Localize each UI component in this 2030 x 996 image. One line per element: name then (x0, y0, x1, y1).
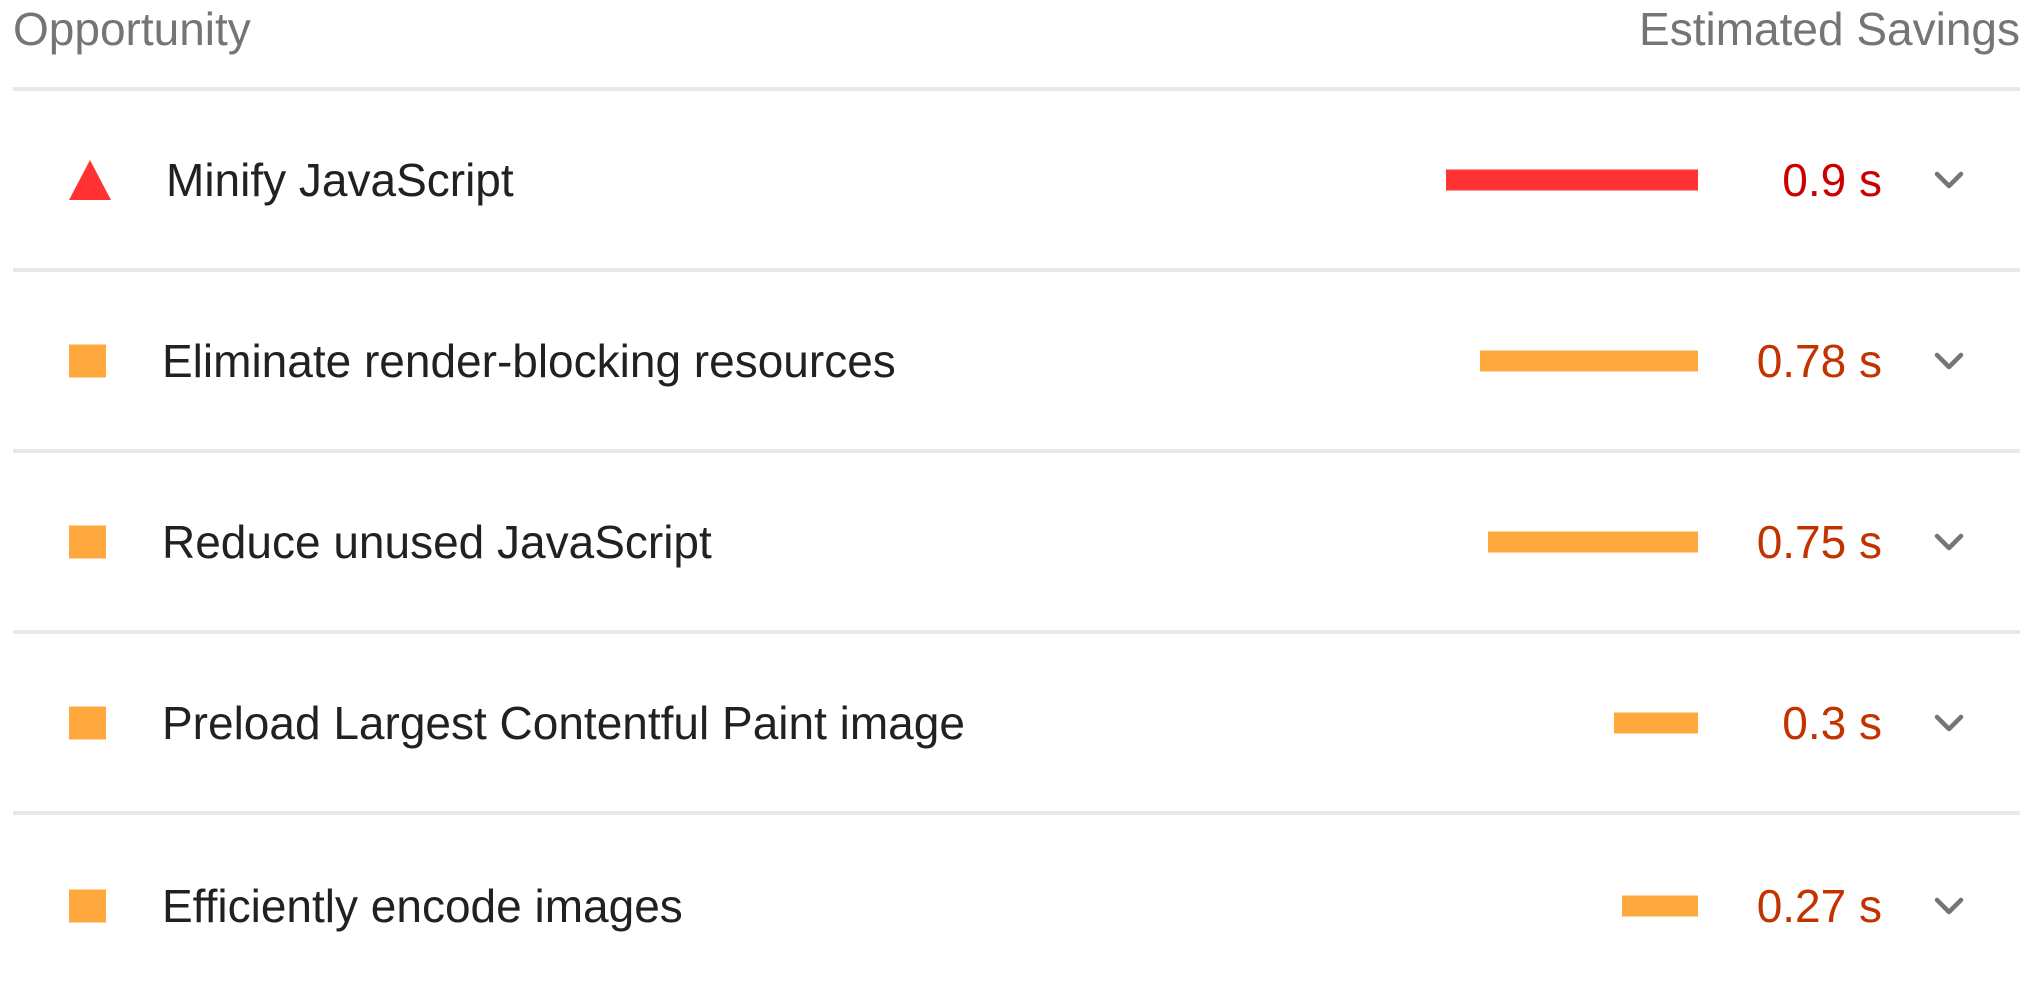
opportunities-table: Opportunity Estimated Savings Minify Jav… (13, 0, 2020, 996)
savings-bar (1488, 531, 1698, 552)
savings-bar-track (1298, 712, 1698, 733)
savings-value: 0.75 s (1756, 515, 1882, 568)
opportunity-title: Eliminate render-blocking resources (162, 334, 896, 387)
opportunity-column-header: Opportunity (13, 3, 251, 55)
opportunity-title: Minify JavaScript (166, 153, 514, 206)
opportunity-title: Preload Largest Contentful Paint image (162, 696, 965, 749)
savings-bar (1614, 712, 1698, 733)
average-square-icon (69, 706, 106, 739)
opportunity-title: Reduce unused JavaScript (162, 515, 712, 568)
opportunity-title: Efficiently encode images (162, 879, 683, 932)
savings-bar-track (1298, 169, 1698, 190)
savings-value: 0.9 s (1782, 153, 1882, 206)
savings-bar (1622, 895, 1698, 916)
chevron-down-icon[interactable] (1932, 889, 1966, 923)
savings-bar-track (1298, 350, 1698, 371)
opportunity-row-minify-javascript[interactable]: Minify JavaScript 0.9 s (13, 91, 2020, 272)
average-square-icon (69, 525, 106, 558)
savings-value: 0.27 s (1756, 879, 1882, 932)
opportunities-header: Opportunity Estimated Savings (13, 0, 2020, 91)
chevron-down-icon[interactable] (1932, 163, 1966, 197)
savings-bar (1480, 350, 1698, 371)
savings-value: 0.78 s (1756, 334, 1882, 387)
average-square-icon (69, 344, 106, 377)
chevron-down-icon[interactable] (1932, 525, 1966, 559)
opportunity-row-preload-lcp-image[interactable]: Preload Largest Contentful Paint image 0… (13, 634, 2020, 815)
average-square-icon (69, 889, 106, 922)
savings-value: 0.3 s (1782, 696, 1882, 749)
fail-triangle-icon (69, 159, 111, 200)
estimated-savings-column-header: Estimated Savings (1639, 3, 2020, 55)
opportunity-row-reduce-unused-javascript[interactable]: Reduce unused JavaScript 0.75 s (13, 453, 2020, 634)
savings-bar-track (1298, 895, 1698, 916)
chevron-down-icon[interactable] (1932, 344, 1966, 378)
savings-bar-track (1298, 531, 1698, 552)
chevron-down-icon[interactable] (1932, 706, 1966, 740)
opportunity-row-eliminate-render-blocking[interactable]: Eliminate render-blocking resources 0.78… (13, 272, 2020, 453)
opportunity-row-efficiently-encode-images[interactable]: Efficiently encode images 0.27 s (13, 815, 2020, 996)
savings-bar (1446, 169, 1698, 190)
